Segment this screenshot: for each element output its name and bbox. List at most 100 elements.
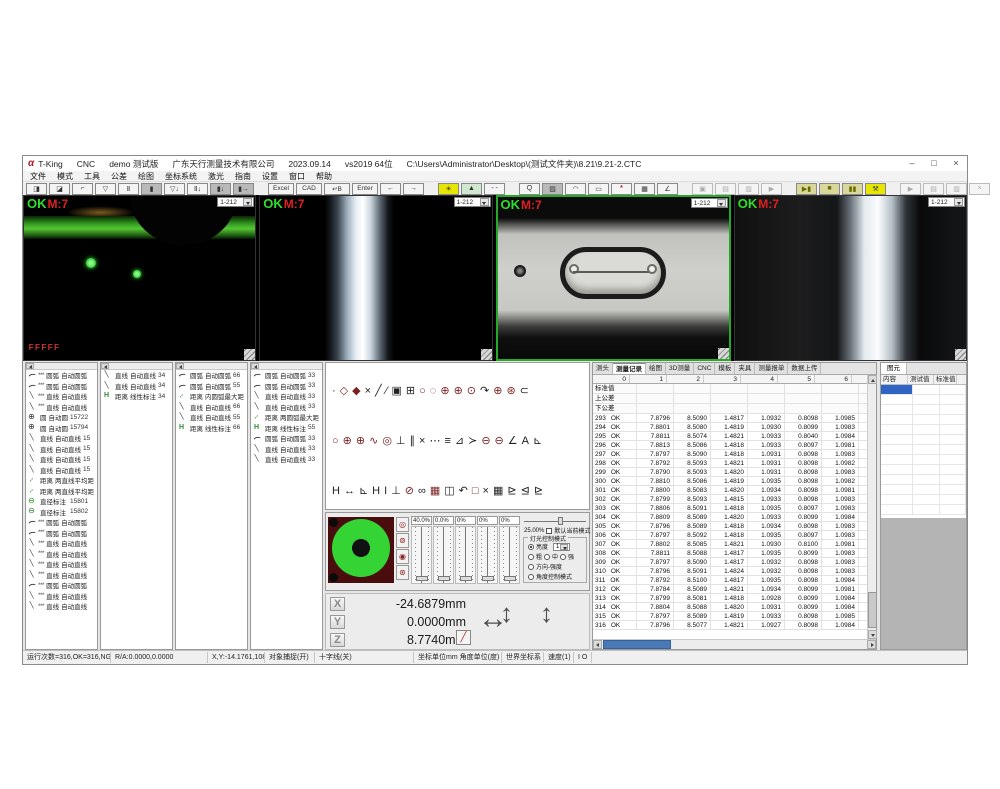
scroll-right-icon[interactable] <box>867 640 876 649</box>
toolbar-button[interactable]: ▶ <box>761 183 782 195</box>
list-item[interactable]: *** 直线 自动直线 <box>26 591 97 602</box>
table-tab[interactable]: CNC <box>694 363 715 374</box>
list-item[interactable]: *** 圆弧 自动圆弧 <box>26 370 97 381</box>
panel-scrollbar[interactable] <box>26 363 97 370</box>
list-item[interactable]: *** 圆弧 自动圆弧 <box>26 381 97 392</box>
list-item[interactable]: 直线 自动直线 33 <box>251 391 322 402</box>
list-item[interactable]: 直线 自动直线 66 <box>176 402 247 413</box>
list-item[interactable]: 距离 线性标注 66 <box>176 423 247 434</box>
chevron-down-icon[interactable] <box>243 198 252 206</box>
table-row[interactable]: 293OK 7.8796 8.5090 1.4817 1.0932 0.8098… <box>593 414 876 423</box>
table-row[interactable]: 301OK 7.8800 8.5083 1.4820 1.0934 0.8098… <box>593 486 876 495</box>
table-tab[interactable]: 测头 <box>593 363 613 374</box>
measure-tool-icon[interactable]: ⊵ <box>507 485 516 498</box>
measure-tool-icon[interactable]: ↶ <box>459 485 468 498</box>
measure-tool-icon[interactable]: ∕ <box>386 385 388 398</box>
list-item[interactable]: *** 圆弧 自动圆弧 <box>26 580 97 591</box>
column-header[interactable]: 0 <box>593 375 630 383</box>
menu-item[interactable]: 工具 <box>84 171 100 182</box>
table-row[interactable]: 300OK 7.8810 8.5086 1.4819 1.0935 0.8098… <box>593 477 876 486</box>
table-row[interactable]: 298OK 7.8792 8.5093 1.4821 1.0931 0.8098… <box>593 459 876 468</box>
detail-row[interactable] <box>881 445 966 455</box>
measure-tool-icon[interactable]: ⊙ <box>467 385 476 398</box>
list-item[interactable]: 距离 两直线平均距 <box>26 475 97 486</box>
toolbar-button[interactable]: ☀ <box>438 183 459 195</box>
table-tab[interactable]: 绘图 <box>646 363 666 374</box>
measure-tool-icon[interactable]: ⊖ <box>481 435 490 448</box>
toolbar-button[interactable]: ⚒ <box>865 183 886 195</box>
tolerance-row[interactable]: 标准值 <box>593 384 876 394</box>
toolbar-button[interactable]: Ⅱ↓ <box>187 183 208 195</box>
angle-jog-button[interactable]: ╱ <box>456 630 471 645</box>
table-row[interactable]: 313OK 7.8799 8.5081 1.4818 1.0928 0.8099… <box>593 594 876 603</box>
measure-tool-icon[interactable]: × <box>365 385 371 398</box>
menu-item[interactable]: 公差 <box>111 171 127 182</box>
measure-tool-icon[interactable]: ⊞ <box>406 385 415 398</box>
toolbar-button[interactable]: ▦ <box>634 183 655 195</box>
detail-row[interactable] <box>881 475 966 485</box>
table-row[interactable]: 306OK 7.8797 8.5092 1.4818 1.0935 0.8097… <box>593 531 876 540</box>
table-row[interactable]: 310OK 7.8796 8.5091 1.4824 1.0932 0.8098… <box>593 567 876 576</box>
table-row[interactable]: 296OK 7.8813 8.5086 1.4818 1.0933 0.8097… <box>593 441 876 450</box>
slider-thumb[interactable] <box>558 517 563 525</box>
toolbar-button[interactable]: - - <box>484 183 505 195</box>
measure-tool-icon[interactable]: ≡ <box>444 435 450 448</box>
column-header[interactable]: 6 <box>815 375 852 383</box>
table-row[interactable]: 302OK 7.8799 8.5093 1.4815 1.0933 0.8098… <box>593 495 876 504</box>
scroll-left-icon[interactable] <box>26 363 34 369</box>
measure-tool-icon[interactable]: ◆ <box>352 385 360 398</box>
scroll-up-icon[interactable] <box>868 375 877 384</box>
toolbar-button[interactable]: ▨ <box>542 183 563 195</box>
list-item[interactable]: 直线 自动直线 34 <box>101 370 172 381</box>
toolbar-button[interactable]: ▶ <box>900 183 921 195</box>
detail-row[interactable] <box>881 485 966 495</box>
column-header[interactable]: 1 <box>630 375 667 383</box>
list-item[interactable]: *** 直线 自动直线 <box>26 570 97 581</box>
close-button[interactable]: × <box>945 157 967 170</box>
detail-panel-tab[interactable]: 图元 <box>881 363 907 374</box>
table-row[interactable]: 295OK 7.8811 8.5074 1.4821 1.0933 0.8040… <box>593 432 876 441</box>
slider-thumb[interactable] <box>504 576 516 581</box>
measure-tool-icon[interactable]: A <box>522 435 529 448</box>
detail-row[interactable] <box>881 435 966 445</box>
list-item[interactable]: 圆 自动圆 15722 <box>26 412 97 423</box>
measure-tool-icon[interactable]: ⊾ <box>533 435 542 448</box>
measure-tool-icon[interactable]: ⊴ <box>521 485 530 498</box>
toolbar-button[interactable]: ■ <box>819 183 840 195</box>
scroll-left-icon[interactable] <box>101 363 109 369</box>
camera-range-dropdown[interactable]: 1-212 <box>691 198 728 208</box>
list-item[interactable]: *** 直线 自动直线 <box>26 402 97 413</box>
table-row[interactable]: 303OK 7.8806 8.5091 1.4818 1.0935 0.8097… <box>593 504 876 513</box>
measure-tool-icon[interactable]: ⊾ <box>359 485 368 498</box>
list-item[interactable]: 距离 线性标注 55 <box>251 423 322 434</box>
light-mode-button[interactable]: ⊚ <box>396 533 409 548</box>
panel-scrollbar[interactable] <box>101 363 172 370</box>
slider-thumb[interactable] <box>438 576 450 581</box>
column-header[interactable]: 5 <box>778 375 815 383</box>
measure-tool-icon[interactable]: ∠ <box>508 435 518 448</box>
menu-item[interactable]: 设置 <box>262 171 278 182</box>
slider-thumb[interactable] <box>460 576 472 581</box>
toolbar-button[interactable]: ▲ <box>461 183 482 195</box>
detail-row-selected[interactable] <box>881 385 966 395</box>
slider-track[interactable] <box>499 526 520 584</box>
table-row[interactable]: 309OK 7.8797 8.5090 1.4817 1.0932 0.8098… <box>593 558 876 567</box>
radio-icon[interactable] <box>528 574 534 580</box>
toolbar-button[interactable]: × <box>969 183 990 195</box>
light-slider[interactable]: 0% <box>455 516 476 586</box>
measure-tool-icon[interactable]: I <box>384 485 387 498</box>
toolbar-button[interactable]: ▮↓ <box>210 183 231 195</box>
toolbar-button[interactable]: ▶▮ <box>796 183 817 195</box>
toolbar-button[interactable]: ▽↓ <box>164 183 185 195</box>
table-row[interactable]: 299OK 7.8790 8.5093 1.4820 1.0931 0.8098… <box>593 468 876 477</box>
list-item[interactable]: 直线 自动直线 55 <box>176 412 247 423</box>
checkbox-icon[interactable] <box>546 528 552 534</box>
measure-tool-icon[interactable]: ↔ <box>344 485 355 498</box>
list-item[interactable]: 直线 自动直线 15 <box>26 465 97 476</box>
toolbar-button[interactable]: Enter <box>352 183 378 195</box>
light-mode-button[interactable]: ◉ <box>396 549 409 564</box>
slider-thumb[interactable] <box>482 576 494 581</box>
measure-tool-icon[interactable]: ⋯ <box>429 435 440 448</box>
camera-view-4[interactable]: OKM:7 1-212 <box>734 195 967 361</box>
toolbar-button[interactable]: ▥ <box>738 183 759 195</box>
